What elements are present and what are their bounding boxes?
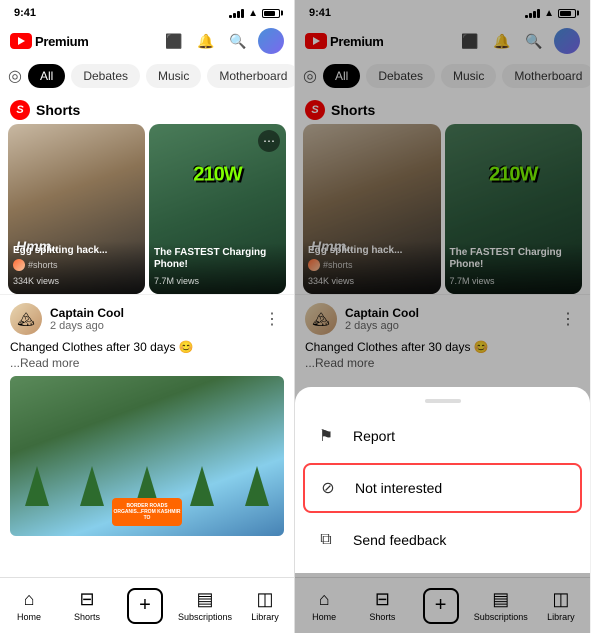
tab-debates[interactable]: Debates	[71, 64, 140, 88]
send-feedback-icon: ⧉	[315, 529, 337, 551]
short-card-1[interactable]: Hmm.. Egg splitting hack... #shorts 334K…	[8, 124, 145, 294]
not-interested-icon: ⊘	[317, 477, 339, 499]
shorts-nav-icon: ⊟	[79, 589, 94, 610]
youtube-logo: Premium	[10, 33, 89, 49]
tree-4	[190, 466, 214, 506]
video-item-left: 🏔 Captain Cool 2 days ago ⋮ Changed Clot…	[0, 294, 294, 544]
thumbnail-scene: BORDER ROADS ORGANIS...FROM KASHMIR TO	[10, 376, 284, 536]
short-overlay-2: The FASTEST Charging Phone! 7.7M views	[149, 243, 286, 294]
menu-item-send-feedback[interactable]: ⧉ Send feedback	[295, 515, 590, 565]
video-info-left: Captain Cool 2 days ago	[50, 306, 252, 332]
home-icon: ⌂	[24, 589, 35, 610]
context-overlay[interactable]: ⚑ Report ⊘ Not interested ⧉ Send feedbac…	[295, 0, 590, 633]
menu-item-report[interactable]: ⚑ Report	[295, 411, 590, 461]
menu-handle	[425, 399, 461, 403]
shorts-header-left: S Shorts	[0, 94, 294, 124]
video-time-left: 2 days ago	[50, 320, 252, 332]
tree-5	[245, 466, 269, 506]
shorts-icon: S	[10, 100, 30, 120]
nav-home-label: Home	[17, 612, 41, 622]
three-dot-button[interactable]: ⋯	[258, 130, 280, 152]
video-thumbnail-left[interactable]: BORDER ROADS ORGANIS...FROM KASHMIR TO	[10, 376, 284, 536]
header-left: Premium ⬛ 🔔 🔍	[0, 24, 294, 58]
nav-create[interactable]: +	[116, 584, 174, 628]
context-menu: ⚑ Report ⊘ Not interested ⧉ Send feedbac…	[295, 387, 590, 573]
channel-avatar-left[interactable]: 🏔	[10, 303, 42, 335]
short-channel-dot	[13, 259, 25, 271]
nav-shorts-label: Shorts	[74, 612, 100, 622]
tab-all[interactable]: All	[28, 64, 65, 88]
create-button[interactable]: +	[127, 588, 163, 624]
cast-icon[interactable]: ⬛	[162, 29, 186, 53]
explore-icon[interactable]: ◎	[8, 62, 22, 90]
banner: BORDER ROADS ORGANIS...FROM KASHMIR TO	[112, 498, 182, 526]
search-icon[interactable]: 🔍	[226, 29, 250, 53]
send-feedback-label: Send feedback	[353, 532, 446, 548]
video-meta-left: 🏔 Captain Cool 2 days ago ⋮	[10, 303, 284, 335]
menu-item-not-interested[interactable]: ⊘ Not interested	[303, 463, 582, 513]
notification-icon[interactable]: 🔔	[194, 29, 218, 53]
short-views-1: 334K views	[13, 276, 59, 286]
short-title-1: Egg splitting hack...	[13, 245, 140, 257]
nav-library-label: Library	[251, 612, 279, 622]
short-card-2[interactable]: 210W ⋯ The FASTEST Charging Phone! 7.7M …	[149, 124, 286, 294]
not-interested-label: Not interested	[355, 480, 442, 496]
tree-1	[25, 466, 49, 506]
status-icons-left: ▲	[229, 8, 280, 19]
yt-icon	[10, 33, 32, 49]
phone-right: 9:41 ▲ Premium	[295, 0, 590, 633]
tab-music[interactable]: Music	[146, 64, 201, 88]
video-more-button-left[interactable]: ⋮	[260, 307, 284, 331]
watt-text: 210W	[193, 164, 241, 187]
library-icon: ◫	[257, 589, 274, 610]
tree-2	[80, 466, 104, 506]
banner-text: BORDER ROADS ORGANIS...FROM KASHMIR TO	[112, 503, 182, 521]
short-overlay-1: Egg splitting hack... #shorts 334K views	[8, 241, 145, 294]
nav-home[interactable]: ⌂ Home	[0, 585, 58, 626]
short-meta-1: #shorts	[13, 259, 140, 271]
shorts-grid-left: Hmm.. Egg splitting hack... #shorts 334K…	[0, 124, 294, 294]
wifi-icon: ▲	[248, 8, 258, 19]
report-label: Report	[353, 428, 395, 444]
status-bar-left: 9:41 ▲	[0, 0, 294, 24]
channel-name-left: Captain Cool	[50, 306, 252, 320]
video-description-left: Changed Clothes after 30 days 😊	[10, 339, 284, 356]
nav-subscriptions[interactable]: ▤ Subscriptions	[174, 585, 236, 626]
nav-shorts[interactable]: ⊟ Shorts	[58, 585, 116, 626]
battery-icon	[262, 9, 280, 18]
nav-library[interactable]: ◫ Library	[236, 585, 294, 626]
report-icon: ⚑	[315, 425, 337, 447]
tab-motherboard[interactable]: Motherboard	[207, 64, 294, 88]
subscriptions-icon: ▤	[197, 589, 214, 610]
read-more-left[interactable]: ...Read more	[10, 356, 284, 370]
bottom-nav-left: ⌂ Home ⊟ Shorts + ▤ Subscriptions ◫ Libr…	[0, 577, 294, 633]
short-views-2: 7.7M views	[154, 276, 199, 286]
phone-left: 9:41 ▲ Premium	[0, 0, 295, 633]
avatar[interactable]	[258, 28, 284, 54]
nav-subscriptions-label: Subscriptions	[178, 612, 232, 622]
yt-play-triangle	[18, 37, 25, 45]
signal-icon	[229, 8, 244, 18]
short-title-2: The FASTEST Charging Phone!	[154, 247, 281, 271]
filter-tabs-left: ◎ All Debates Music Motherboard	[0, 58, 294, 94]
time-left: 9:41	[14, 7, 36, 19]
yt-premium-label: Premium	[35, 34, 89, 49]
short-tag-1: #shorts	[28, 260, 58, 270]
shorts-label-left: Shorts	[36, 102, 80, 118]
